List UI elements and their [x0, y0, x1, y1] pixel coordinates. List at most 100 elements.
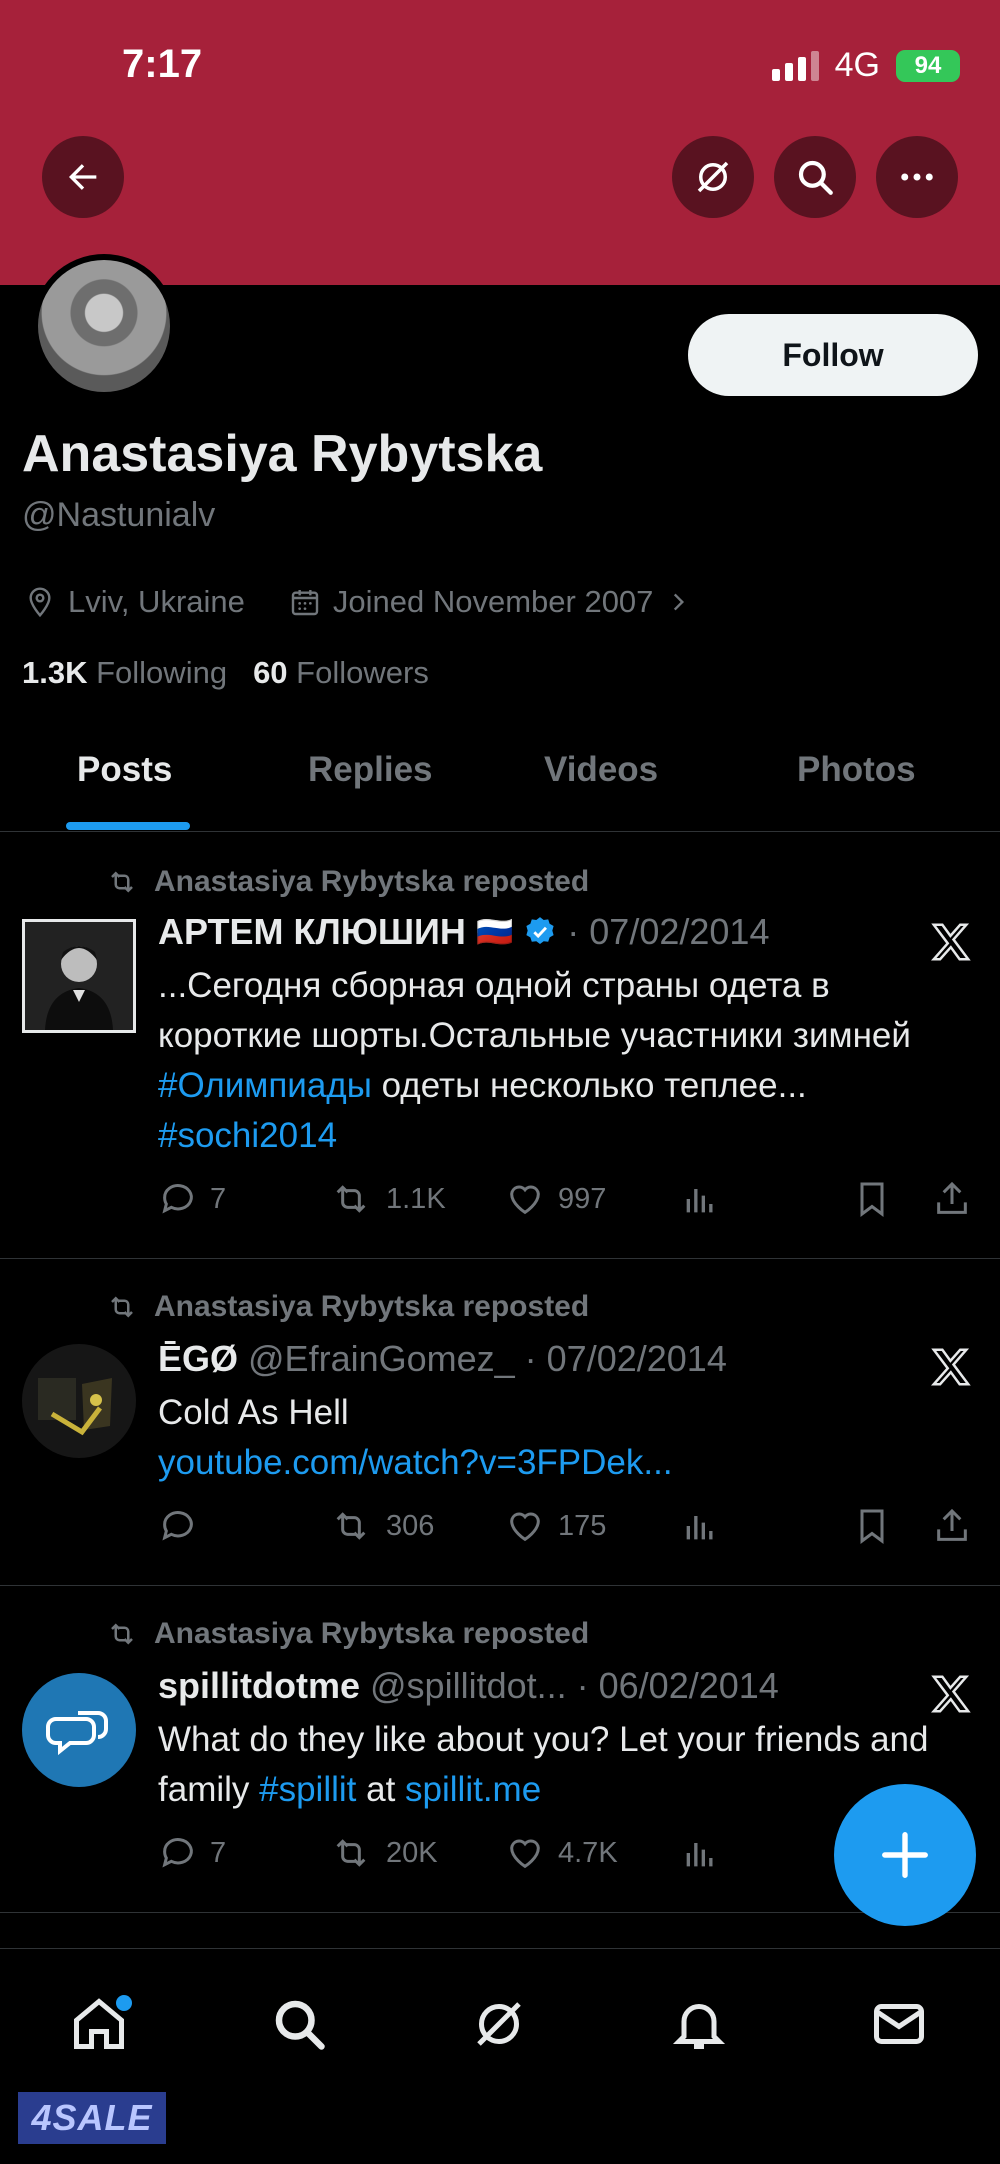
like-button[interactable]: 175 [504, 1506, 606, 1546]
like-button[interactable]: 4.7K [504, 1833, 618, 1873]
followers-stat[interactable]: 60 Followers [253, 655, 429, 691]
analytics-icon [686, 1189, 713, 1213]
repost-button[interactable]: 1.1K [328, 1179, 446, 1219]
search-icon [275, 2000, 325, 2050]
followers-count: 60 [253, 655, 288, 690]
heart-icon [510, 1185, 540, 1215]
nav-notifications[interactable] [664, 1989, 734, 2059]
post-item[interactable]: Anastasiya Rybytska reposted АРТЕМ КЛЮШИ… [0, 833, 1000, 1259]
repost-label: Anastasiya Rybytska reposted [154, 1617, 590, 1650]
following-label: Following [96, 655, 228, 690]
flag-icon: 🇷🇺 [475, 915, 514, 949]
grok-icon [697, 161, 729, 193]
chevron-right-icon[interactable] [665, 589, 691, 615]
profile-handle: @Nastunialv [22, 496, 216, 534]
search-icon [798, 160, 833, 195]
post-author-avatar[interactable] [22, 919, 136, 1033]
reply-button[interactable] [158, 1506, 210, 1546]
nav-search[interactable] [264, 1989, 334, 2059]
watermark-logo: 4SALE [18, 2092, 166, 2144]
repost-icon [111, 1296, 133, 1318]
share-icon [937, 1181, 967, 1214]
reply-button[interactable]: 7 [158, 1179, 226, 1219]
post-author-name[interactable]: spillitdotme [158, 1665, 360, 1707]
repost-icon [336, 1512, 366, 1540]
reply-icon [162, 1838, 193, 1868]
tab-videos[interactable]: Videos [544, 750, 658, 790]
more-button[interactable] [876, 136, 958, 218]
verified-badge-icon [526, 917, 554, 945]
following-stat[interactable]: 1.3K Following [22, 655, 227, 691]
profile-location: Lviv, Ukraine [68, 584, 245, 619]
like-button[interactable]: 997 [504, 1179, 606, 1219]
heart-icon [510, 1839, 540, 1869]
following-count: 1.3K [22, 655, 88, 690]
post-text-part: ...Сегодня сборная одной страны одета в … [158, 966, 911, 1055]
post-date: · 07/02/2014 [524, 1338, 727, 1379]
hashtag-link[interactable]: #Олимпиады [158, 1066, 372, 1105]
battery-level: 94 [914, 51, 942, 79]
post-header: ĒGØ @EfrainGomez_ · 07/02/2014 [158, 1338, 727, 1380]
post-date: · 07/02/2014 [567, 911, 770, 952]
post-text: What do they like about you? Let your fr… [158, 1715, 958, 1815]
x-logo-icon [930, 1348, 971, 1386]
repost-button[interactable]: 20K [328, 1833, 438, 1873]
arrow-left-icon [69, 164, 97, 190]
repost-count: 1.1K [386, 1182, 446, 1215]
tab-replies[interactable]: Replies [308, 750, 433, 790]
post-text: ...Сегодня сборная одной страны одета в … [158, 961, 958, 1161]
share-button[interactable] [932, 1179, 972, 1219]
post-author-name[interactable]: ĒGØ [158, 1338, 238, 1380]
repost-button[interactable]: 306 [328, 1506, 434, 1546]
reply-icon [162, 1511, 193, 1541]
post-text: Cold As Hell youtube.com/watch?v=3FPDek.… [158, 1388, 958, 1488]
like-count: 4.7K [558, 1836, 618, 1869]
author-photo [25, 922, 133, 1030]
profile-avatar[interactable] [32, 254, 176, 398]
notifications-icon [672, 2004, 726, 2049]
nav-grok[interactable] [464, 1989, 534, 2059]
repost-label: Anastasiya Rybytska reposted [154, 1290, 590, 1323]
grok-button[interactable] [672, 136, 754, 218]
compose-button[interactable] [834, 1784, 976, 1926]
nav-home[interactable] [64, 1989, 134, 2059]
hashtag-link[interactable]: #sochi2014 [158, 1116, 337, 1155]
post-link[interactable]: youtube.com/watch?v=3FPDek... [158, 1438, 958, 1488]
post-author-avatar[interactable] [22, 1344, 136, 1458]
bookmark-button[interactable] [852, 1506, 892, 1546]
location-icon [29, 587, 51, 618]
status-indicators: 4G 94 [771, 46, 960, 85]
share-button[interactable] [932, 1506, 972, 1546]
hashtag-link[interactable]: #spillit [259, 1770, 356, 1809]
repost-icon [336, 1185, 366, 1213]
followers-label: Followers [296, 655, 429, 690]
profile-tabs: Posts Replies Videos Photos [0, 740, 1000, 832]
like-count: 175 [558, 1509, 607, 1542]
views-button[interactable] [680, 1833, 720, 1873]
calendar-icon [291, 590, 319, 616]
back-button[interactable] [42, 136, 124, 218]
repost-count: 20K [386, 1836, 438, 1869]
repost-icon [111, 871, 133, 893]
bookmark-icon [860, 1182, 884, 1217]
profile-joined[interactable]: Joined November 2007 [333, 584, 654, 620]
post-item[interactable]: Anastasiya Rybytska reposted ĒGØ @Efrain… [0, 1260, 1000, 1586]
tab-posts[interactable]: Posts [77, 750, 172, 790]
post-link[interactable]: spillit.me [405, 1770, 541, 1809]
messages-icon [874, 2004, 924, 2044]
reply-count: 7 [210, 1836, 227, 1869]
repost-indicator: Anastasiya Rybytska reposted [104, 865, 589, 899]
views-button[interactable] [680, 1179, 720, 1219]
post-date: · 06/02/2014 [576, 1665, 779, 1706]
share-icon [937, 1508, 967, 1541]
views-button[interactable] [680, 1506, 720, 1546]
post-author-avatar[interactable] [22, 1673, 136, 1787]
nav-messages[interactable] [864, 1989, 934, 2059]
reply-button[interactable]: 7 [158, 1833, 226, 1873]
post-author-name[interactable]: АРТЕМ КЛЮШИН [158, 911, 466, 953]
bookmark-button[interactable] [852, 1179, 892, 1219]
search-button[interactable] [774, 136, 856, 218]
tab-photos[interactable]: Photos [797, 750, 916, 790]
follow-button[interactable]: Follow [688, 314, 978, 396]
post-text-part: одеты несколько теплее... [371, 1066, 807, 1105]
